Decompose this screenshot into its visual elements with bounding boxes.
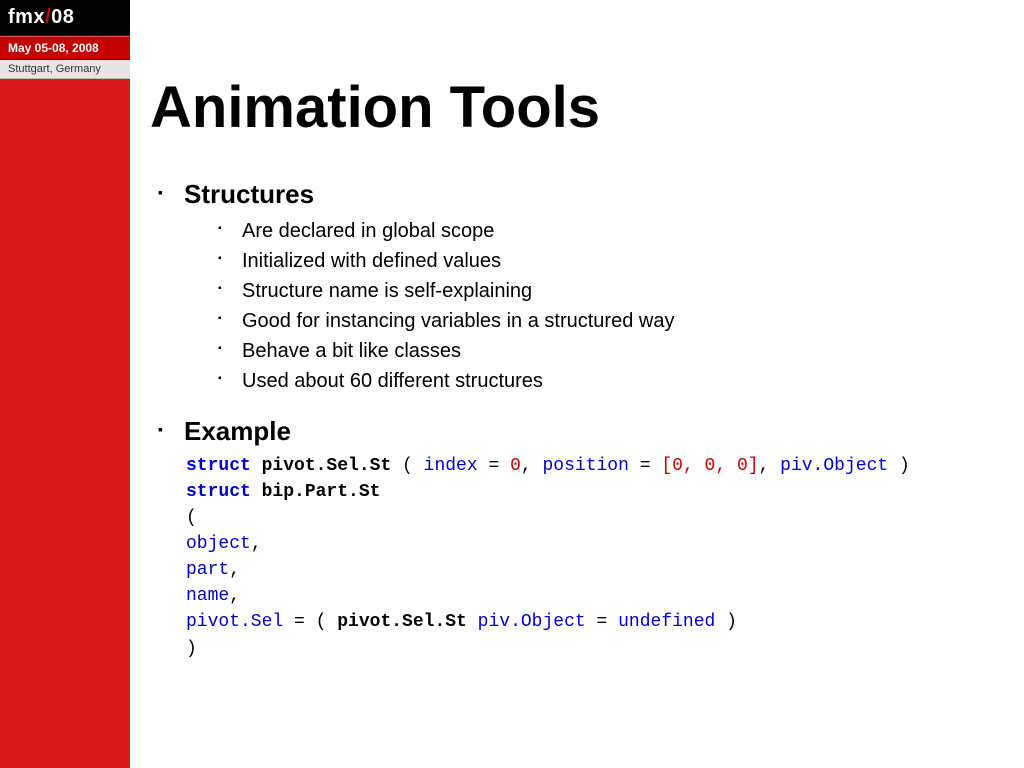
code-struct-name: pivot.Sel.St — [337, 612, 467, 632]
code-punct: ( — [186, 508, 197, 528]
bullet-list: Structures Are declared in global scope … — [150, 179, 1004, 662]
code-punct: ( — [316, 612, 338, 632]
code-var: piv.Object — [780, 456, 888, 476]
code-punct: , — [759, 456, 781, 476]
code-var: object — [186, 534, 251, 554]
code-punct: ) — [715, 612, 737, 632]
code-var: undefined — [618, 612, 715, 632]
logo-date: May 05-08, 2008 — [0, 36, 130, 60]
code-punct — [467, 612, 478, 632]
code-punct: , — [229, 560, 240, 580]
code-var: index — [424, 456, 478, 476]
example-heading: Example — [184, 416, 1004, 447]
code-keyword: struct — [186, 482, 251, 502]
code-punct: , — [251, 534, 262, 554]
slide: fmx/08 May 05-08, 2008 Stuttgart, German… — [0, 0, 1024, 768]
code-number: 0 — [510, 456, 521, 476]
slide-content: Animation Tools Structures Are declared … — [150, 78, 1004, 682]
code-var: part — [186, 560, 229, 580]
structures-heading: Structures — [184, 179, 1004, 210]
code-var: name — [186, 586, 229, 606]
list-item: Initialized with defined values — [218, 246, 1004, 276]
code-punct: ) — [888, 456, 910, 476]
code-var: pivot.Sel — [186, 612, 283, 632]
structures-bullets: Are declared in global scope Initialized… — [184, 216, 1004, 396]
sidebar-red-bar — [0, 0, 130, 768]
list-item: Good for instancing variables in a struc… — [218, 306, 1004, 336]
code-punct: , — [521, 456, 543, 476]
code-var: piv.Object — [478, 612, 586, 632]
logo-text-pre: fmx — [8, 6, 45, 28]
slide-title: Animation Tools — [150, 78, 1004, 139]
code-punct: = — [283, 612, 315, 632]
code-number: [0, 0, 0] — [661, 456, 758, 476]
event-logo: fmx/08 May 05-08, 2008 Stuttgart, German… — [0, 0, 130, 79]
logo-top: fmx/08 — [0, 0, 130, 36]
code-punct: = — [478, 456, 510, 476]
section-structures: Structures Are declared in global scope … — [150, 179, 1004, 396]
list-item: Behave a bit like classes — [218, 336, 1004, 366]
code-struct-name: bip.Part.St — [262, 482, 381, 502]
list-item: Structure name is self-explaining — [218, 276, 1004, 306]
section-example: Example struct pivot.Sel.St ( index = 0,… — [150, 416, 1004, 662]
logo-location: Stuttgart, Germany — [0, 60, 130, 79]
code-punct: , — [229, 586, 240, 606]
list-item: Used about 60 different structures — [218, 366, 1004, 396]
code-punct: ) — [186, 639, 197, 659]
code-keyword: struct — [186, 456, 251, 476]
example-code: struct pivot.Sel.St ( index = 0, positio… — [184, 453, 1004, 662]
logo-text-post: 08 — [51, 6, 74, 28]
code-var: position — [543, 456, 629, 476]
code-punct: = — [629, 456, 661, 476]
code-punct: ( — [391, 456, 423, 476]
list-item: Are declared in global scope — [218, 216, 1004, 246]
code-punct: = — [586, 612, 618, 632]
code-struct-name: pivot.Sel.St — [262, 456, 392, 476]
